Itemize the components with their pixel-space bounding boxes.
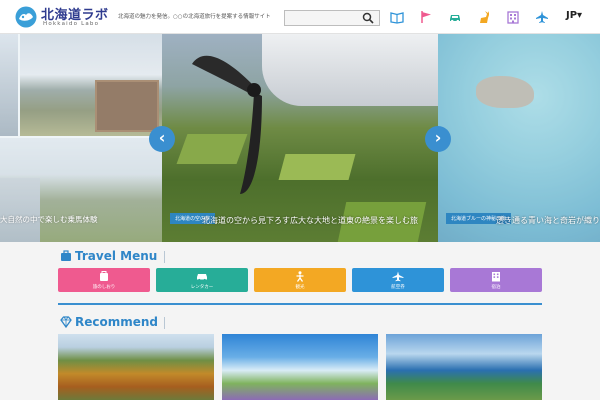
section-divider (164, 317, 165, 329)
menu-button-travel-guide[interactable]: 旅のしおり (58, 268, 150, 292)
hotel-icon[interactable] (506, 10, 520, 24)
menu-button-flights[interactable]: 航空券 (352, 268, 444, 292)
language-selector[interactable]: JP▾ (566, 10, 582, 21)
menu-button-label: 観光 (295, 285, 305, 290)
car-icon (197, 274, 207, 282)
slide-dim-left (0, 34, 162, 242)
recommend-card-autumn[interactable] (58, 334, 214, 400)
slide-caption-main[interactable]: 北海道の空から見下ろす広大な大地と道東の絶景を楽しむ旅 (202, 215, 418, 226)
menu-button-rental-car[interactable]: レンタカー (156, 268, 248, 292)
menu-button-label: 旅のしおり (92, 285, 116, 290)
site-header: 北海道ラボ Hokkaido Labo 北海道の魅力を発信。○○の北海道旅行を提… (0, 0, 600, 34)
menu-button-sightseeing[interactable]: 観光 (254, 268, 346, 292)
person-icon (296, 271, 304, 282)
logo-icon[interactable] (14, 6, 38, 28)
recommend-card-lavender[interactable] (222, 334, 378, 400)
menu-button-label: 航空券 (391, 285, 405, 290)
airplane-icon (392, 271, 404, 282)
guide-book-icon[interactable] (390, 10, 404, 24)
hotel-icon (492, 272, 500, 282)
hero-slider: 大自然の中で楽しむ乗馬体験 北海道の空の旅 北海道の空から見下ろす広大な大地と道… (0, 34, 600, 242)
slide-right[interactable]: 北海道ブルーの神秘の海 透き通る青い海と奇岩が織りなす絶景の海岸線へ (438, 34, 600, 242)
section-divider (164, 251, 165, 263)
slider-prev-button[interactable]: ‹ (149, 126, 175, 152)
suitcase-icon (100, 271, 108, 281)
site-subtitle: Hokkaido Labo (43, 21, 100, 27)
site-tagline: 北海道の魅力を発信。○○の北海道旅行を提案する情報サイト (118, 14, 271, 20)
slide-main[interactable]: 北海道の空の旅 北海道の空から見下ろす広大な大地と道東の絶景を楽しむ旅 (162, 34, 438, 242)
diamond-icon (60, 316, 72, 328)
search-icon[interactable] (362, 12, 374, 24)
travel-menu-title: Travel Menu (75, 249, 158, 263)
slider-next-button[interactable]: › (425, 126, 451, 152)
section-separator (58, 303, 542, 305)
recommend-card-coast[interactable] (386, 334, 542, 400)
slide-dim-right (438, 34, 600, 242)
flag-icon[interactable] (419, 10, 433, 24)
recommend-title: Recommend (75, 315, 159, 329)
airplane-icon[interactable] (535, 10, 549, 24)
car-icon[interactable] (448, 10, 462, 24)
menu-button-hotels[interactable]: 宿泊 (450, 268, 542, 292)
menu-button-label: レンタカー (190, 285, 214, 290)
propeller-icon (192, 55, 262, 194)
suitcase-icon (61, 250, 71, 261)
deer-icon[interactable] (477, 10, 491, 24)
menu-button-label: 宿泊 (491, 285, 501, 290)
slide-caption-right[interactable]: 透き通る青い海と奇岩が織りなす絶景の海岸線へ (496, 215, 600, 226)
